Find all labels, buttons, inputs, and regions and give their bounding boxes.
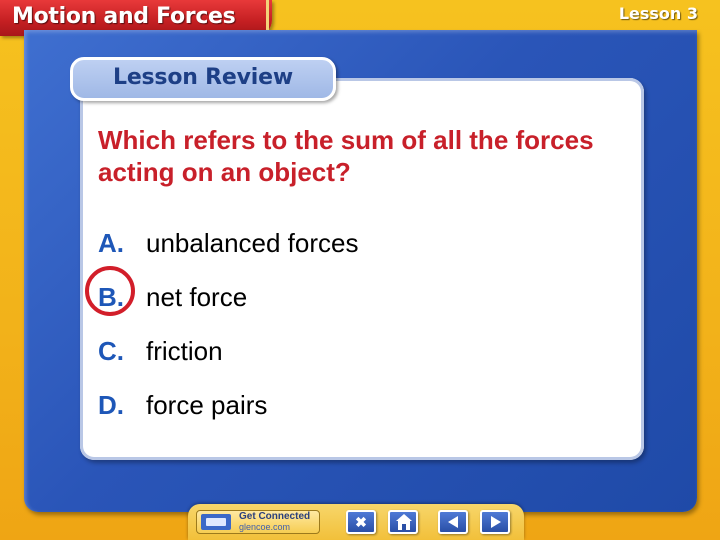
option-text: unbalanced forces xyxy=(146,228,359,258)
arrow-right-icon xyxy=(491,516,501,528)
option-letter: D. xyxy=(98,390,124,420)
next-button[interactable] xyxy=(480,510,510,534)
option-d[interactable]: D. force pairs xyxy=(98,388,267,422)
get-connected-url: glencoe.com xyxy=(239,522,291,532)
option-text: force pairs xyxy=(146,390,268,420)
lesson-review-title: Lesson Review xyxy=(113,65,293,90)
option-c[interactable]: C. friction xyxy=(98,334,223,368)
option-a[interactable]: A. unbalanced forces xyxy=(98,226,358,260)
get-connected-button[interactable]: Get Connected glencoe.com xyxy=(196,510,320,534)
option-letter: C. xyxy=(98,336,124,366)
question-text: Which refers to the sum of all the force… xyxy=(98,125,594,187)
home-button[interactable] xyxy=(388,510,418,534)
home-icon-door xyxy=(402,524,406,530)
option-text: friction xyxy=(146,336,223,366)
arrow-left-icon xyxy=(448,516,458,528)
home-icon xyxy=(396,514,412,521)
previous-button[interactable] xyxy=(438,510,468,534)
correct-answer-circle xyxy=(85,266,135,316)
option-letter: A. xyxy=(98,228,124,258)
close-button[interactable]: ✖ xyxy=(346,510,376,534)
chapter-title: Motion and Forces xyxy=(12,4,236,29)
lesson-review-banner: Lesson Review xyxy=(70,57,336,101)
option-text: net force xyxy=(146,282,248,312)
close-icon: ✖ xyxy=(355,514,367,530)
lesson-label: Lesson 3 xyxy=(618,4,698,23)
computer-icon xyxy=(201,514,231,530)
